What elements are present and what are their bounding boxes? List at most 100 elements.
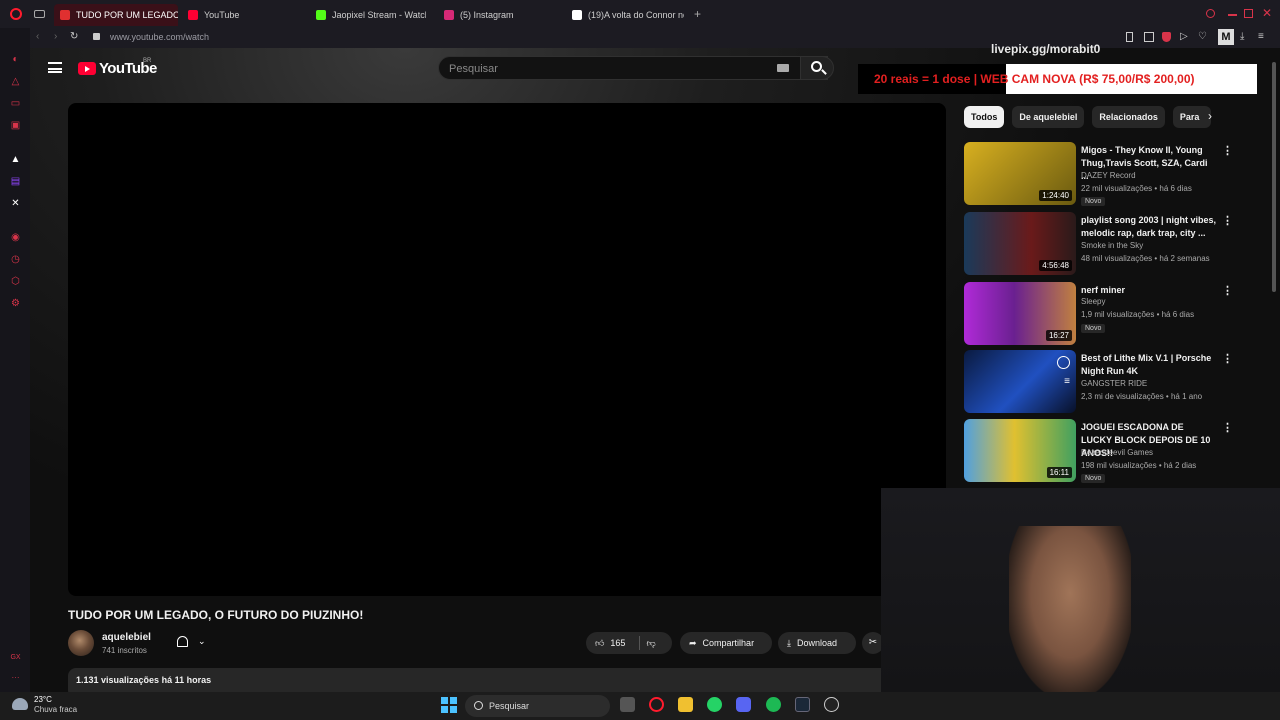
share-button[interactable]: ➦ Compartilhar — [680, 632, 772, 654]
new-tab-button[interactable]: + — [694, 7, 701, 21]
page-scrollbar[interactable] — [1272, 62, 1276, 292]
messenger-icon[interactable]: ▭ — [10, 98, 21, 109]
rec-title[interactable]: nerf miner — [1081, 284, 1217, 297]
tab-youtube[interactable]: YouTube — [182, 4, 302, 26]
chevron-right-icon[interactable]: › — [1208, 109, 1212, 123]
whatsapp-icon[interactable] — [707, 697, 722, 712]
hamburger-menu-icon[interactable] — [48, 62, 62, 73]
reload-icon[interactable]: ↻ — [70, 31, 78, 42]
weather-temperature[interactable]: 23°C — [34, 695, 52, 704]
mail-icon[interactable]: ▣ — [10, 120, 21, 131]
more-vert-icon[interactable]: ⋮ — [1222, 284, 1233, 297]
weather-condition[interactable]: Chuva fraca — [34, 705, 77, 714]
channel-name[interactable]: aquelebiel — [102, 632, 151, 643]
tab-tiktok[interactable]: (19)A volta do Connor no — [566, 4, 684, 26]
tab-title: Jaopixel Stream - Watch — [332, 10, 426, 20]
add-to-queue-icon[interactable]: ≡ — [1064, 376, 1070, 387]
gx-icon[interactable]: GX — [10, 652, 21, 663]
maximize-icon[interactable] — [1244, 9, 1253, 18]
rec-title[interactable]: playlist song 2003 | night vibes, melodi… — [1081, 214, 1217, 240]
more-icon[interactable]: ··· — [10, 672, 21, 683]
aria-icon[interactable]: ◐ — [10, 54, 21, 65]
video-thumbnail[interactable]: 16:11 — [964, 419, 1076, 482]
video-thumbnail[interactable]: 1:24:40 — [964, 142, 1076, 205]
chip-from-channel[interactable]: De aquelebiel — [1012, 106, 1085, 128]
tab-instagram[interactable]: (5) Instagram — [438, 4, 558, 26]
close-icon[interactable]: ✕ — [1262, 6, 1272, 20]
notification-button[interactable]: ⌄ — [168, 632, 216, 654]
tab-video[interactable]: TUDO POR UM LEGADO, — [54, 4, 178, 26]
video-title: TUDO POR UM LEGADO, O FUTURO DO PIUZINHO… — [68, 608, 364, 622]
more-vert-icon[interactable]: ⋮ — [1222, 144, 1233, 157]
spotify-icon[interactable] — [766, 697, 781, 712]
video-thumbnail[interactable]: 16:27 — [964, 282, 1076, 345]
description-box[interactable]: 1.131 visualizações há 11 horas — [68, 668, 946, 692]
recommendation-item[interactable]: 16:27 nerf miner Sleepy 1,9 mil visualiz… — [964, 282, 1264, 348]
obs-icon[interactable] — [824, 697, 839, 712]
like-count[interactable]: 165 — [610, 638, 625, 648]
chip-all[interactable]: Todos — [964, 106, 1005, 128]
thumbs-up-icon[interactable]: 👍︎ — [595, 638, 604, 649]
rec-channel[interactable]: GANGSTER RIDE — [1081, 379, 1147, 388]
more-vert-icon[interactable]: ⋮ — [1222, 214, 1233, 227]
extension-m-icon[interactable]: M — [1218, 29, 1234, 45]
heart-icon[interactable]: ♡ — [1198, 31, 1207, 42]
recommendation-item[interactable]: ≡ Best of Lithe Mix V.1 | Porsche Night … — [964, 350, 1264, 416]
steam-icon[interactable] — [795, 697, 810, 712]
shield-icon[interactable] — [1162, 32, 1171, 42]
menu-icon[interactable]: ≡ — [1258, 31, 1264, 42]
video-thumbnail[interactable]: 4:56:48 — [964, 212, 1076, 275]
opera-gx-icon[interactable] — [649, 697, 664, 712]
extensions-icon[interactable]: ⬡ — [10, 276, 21, 287]
search-input[interactable]: Pesquisar — [438, 56, 828, 80]
windows-start-icon[interactable] — [441, 697, 457, 713]
rec-channel[interactable]: Sleepy — [1081, 297, 1105, 306]
bookmark-icon[interactable] — [1126, 32, 1133, 42]
share-icon: ➦ — [689, 637, 697, 648]
workspaces-icon[interactable] — [34, 10, 45, 18]
video-player[interactable] — [68, 103, 946, 596]
thumbs-down-icon[interactable]: 👎︎ — [646, 638, 655, 649]
tiktok-favicon-icon — [572, 10, 582, 20]
file-explorer-icon[interactable] — [678, 697, 693, 712]
watch-later-icon[interactable] — [1057, 356, 1070, 369]
forward-icon[interactable]: › — [54, 31, 57, 42]
keyboard-icon[interactable] — [777, 64, 789, 72]
search-button[interactable] — [800, 56, 834, 80]
kick-sidebar-icon[interactable]: ▲ — [10, 154, 21, 165]
history-icon[interactable]: ◷ — [10, 254, 21, 265]
twitch-icon[interactable]: ▤ — [10, 176, 21, 187]
rec-channel[interactable]: DAZEY Record — [1081, 171, 1136, 180]
player-icon[interactable]: ◉ — [10, 232, 21, 243]
back-icon[interactable]: ‹ — [36, 31, 39, 42]
minimize-icon[interactable] — [1228, 14, 1237, 16]
more-vert-icon[interactable]: ⋮ — [1222, 421, 1233, 434]
vpn-icon[interactable]: ▷ — [1180, 31, 1188, 42]
more-vert-icon[interactable]: ⋮ — [1222, 352, 1233, 365]
task-view-icon[interactable] — [620, 697, 635, 712]
recommendation-item[interactable]: 16:11 JOGUEI ESCADONA DE LUCKY BLOCK DEP… — [964, 419, 1264, 485]
recommendation-item[interactable]: 1:24:40 Migos - They Know II, Young Thug… — [964, 142, 1264, 208]
download-label: Download — [796, 638, 838, 648]
weather-cloud-icon[interactable] — [12, 698, 28, 710]
speed-dial-icon[interactable]: △ — [10, 76, 21, 87]
snapshot-icon[interactable] — [1144, 32, 1154, 42]
rec-channel[interactable]: Rezendeevil Games — [1081, 448, 1153, 457]
discord-icon[interactable] — [736, 697, 751, 712]
rec-title[interactable]: Best of Lithe Mix V.1 | Porsche Night Ru… — [1081, 352, 1217, 378]
download-icon[interactable]: ⤓ — [1240, 31, 1244, 42]
channel-avatar[interactable] — [68, 630, 94, 656]
x-icon[interactable]: ✕ — [10, 198, 21, 209]
recommendation-item[interactable]: 4:56:48 playlist song 2003 | night vibes… — [964, 212, 1264, 278]
settings-icon[interactable]: ⚙ — [10, 298, 21, 309]
tab-kick[interactable]: Jaopixel Stream - Watch — [310, 4, 426, 26]
download-button[interactable]: ⤓ Download — [778, 632, 856, 654]
taskbar-search[interactable]: Pesquisar — [465, 695, 610, 717]
url-field[interactable]: www.youtube.com/watch — [110, 32, 209, 42]
search-tabs-icon[interactable] — [1206, 9, 1215, 18]
opera-logo-icon[interactable] — [10, 8, 22, 20]
rec-channel[interactable]: Smoke in the Sky — [1081, 241, 1143, 250]
chip-for-you[interactable]: Para — [1172, 106, 1211, 128]
chip-related[interactable]: Relacionados — [1092, 106, 1165, 128]
video-thumbnail[interactable]: ≡ — [964, 350, 1076, 413]
